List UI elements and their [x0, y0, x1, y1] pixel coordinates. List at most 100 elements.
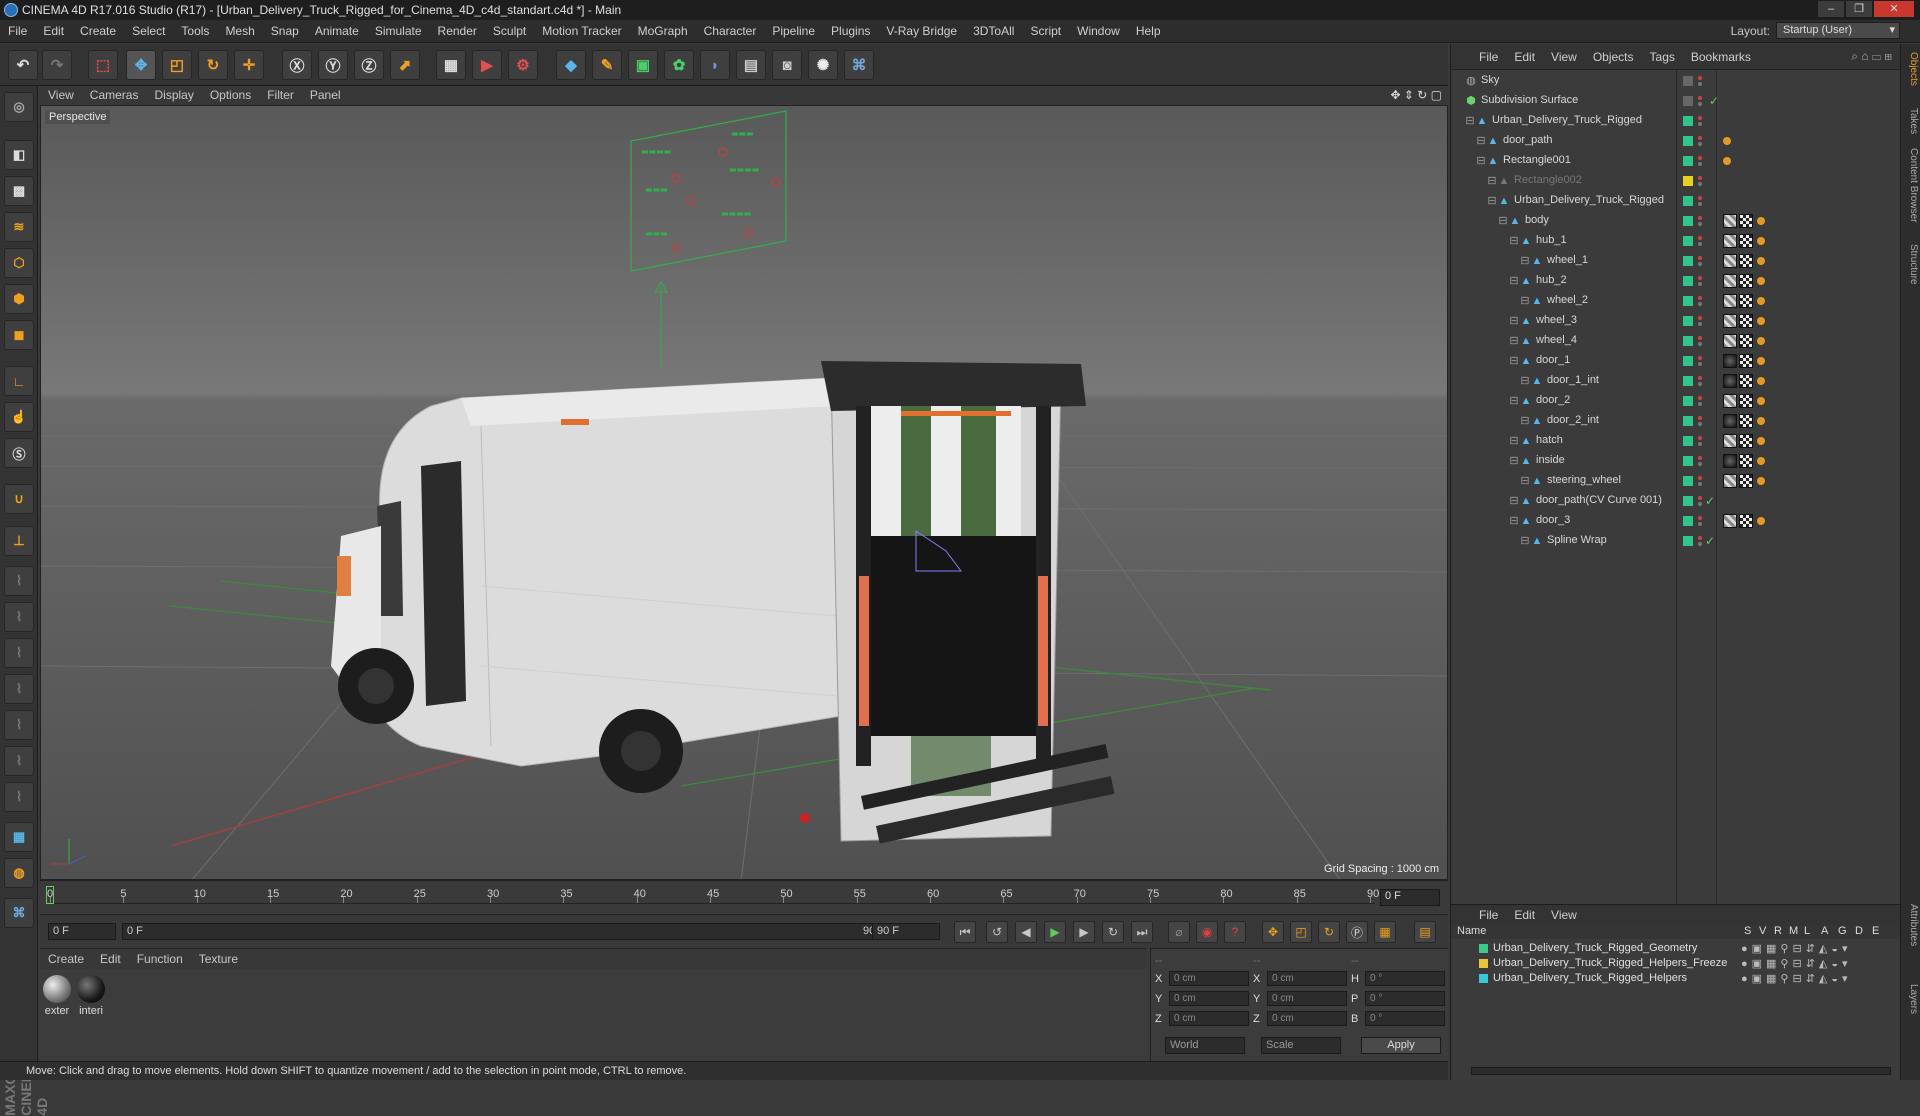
layer-color-swatch[interactable] — [1683, 116, 1693, 126]
3d-viewport[interactable]: ▬▬▬▬ ▬▬▬ ▬▬▬ ▬▬▬▬ ▬▬▬ ▬▬▬▬ Perspective G… — [40, 105, 1448, 880]
editor-visibility-dot[interactable] — [1698, 156, 1702, 160]
scale-tool-icon[interactable]: ◰ — [162, 50, 192, 80]
layer-color-swatch[interactable] — [1683, 296, 1693, 306]
editor-visibility-dot[interactable] — [1698, 356, 1702, 360]
render-view-icon[interactable]: ▦ — [436, 50, 466, 80]
menu-vray-bridge[interactable]: V-Ray Bridge — [878, 24, 965, 38]
render-visibility-dot[interactable] — [1698, 222, 1702, 226]
material-tag-icon[interactable] — [1723, 334, 1737, 348]
layer-row[interactable]: Urban_Delivery_Truck_Rigged_Helpers ●▣▦⚲… — [1451, 971, 1901, 986]
menu-mograph[interactable]: MoGraph — [630, 24, 696, 38]
viewport-camera-label[interactable]: Perspective — [45, 110, 111, 124]
model-mode-icon[interactable]: ◧ — [4, 140, 34, 170]
material-tag-icon[interactable] — [1723, 254, 1737, 268]
cube-primitive-icon[interactable]: ◆ — [556, 50, 586, 80]
layer-col-d[interactable]: D — [1855, 925, 1863, 937]
expand-toggle-icon[interactable]: ⊟ — [1475, 155, 1487, 167]
menu-animate[interactable]: Animate — [307, 24, 367, 38]
layer-col-r[interactable]: R — [1774, 925, 1782, 937]
object-menu-objects[interactable]: Objects — [1585, 50, 1642, 64]
layer-color-swatch[interactable] — [1683, 416, 1693, 426]
object-row[interactable]: ⊟ ▲ Rectangle001 — [1451, 151, 1901, 171]
editor-visibility-dot[interactable] — [1698, 516, 1702, 520]
tweak-mode-icon[interactable]: ☝ — [4, 402, 34, 432]
render-visibility-dot[interactable] — [1698, 102, 1702, 106]
editor-visibility-dot[interactable] — [1698, 216, 1702, 220]
layer-col-s[interactable]: S — [1744, 925, 1751, 937]
layer-toggle-icons[interactable]: ●▣▦⚲⊟⇵◭◒▾ — [1741, 957, 1852, 970]
coord-mode-dropdown[interactable]: World — [1165, 1037, 1245, 1054]
layer-color-swatch[interactable] — [1683, 96, 1693, 106]
render-visibility-dot[interactable] — [1698, 182, 1702, 186]
layer-row[interactable]: Urban_Delivery_Truck_Rigged_Helpers_Free… — [1451, 956, 1901, 971]
constraint-tag-icon[interactable] — [1757, 417, 1765, 425]
key-position-icon[interactable]: ✥ — [1262, 921, 1284, 943]
layer-color-swatch[interactable] — [1683, 156, 1693, 166]
layer-menu-view[interactable]: View — [1543, 908, 1585, 922]
constraint-tag-icon[interactable] — [1757, 257, 1765, 265]
editor-visibility-dot[interactable] — [1698, 396, 1702, 400]
texture-tag-icon[interactable] — [1739, 474, 1753, 488]
rot-h-field[interactable]: 0 ° — [1365, 971, 1445, 986]
layer-toggle-icons[interactable]: ●▣▦⚲⊟⇵◭◒▾ — [1741, 972, 1852, 985]
render-visibility-dot[interactable] — [1698, 542, 1702, 546]
expand-toggle-icon[interactable]: ⊟ — [1519, 375, 1531, 387]
object-row[interactable]: ⊟ ▲ door_3 — [1451, 511, 1901, 531]
editor-visibility-dot[interactable] — [1698, 456, 1702, 460]
editor-visibility-dot[interactable] — [1698, 116, 1702, 120]
layer-color-swatch[interactable] — [1479, 974, 1488, 983]
layout-dropdown[interactable]: Startup (User) — [1776, 22, 1900, 39]
editor-visibility-dot[interactable] — [1698, 76, 1702, 80]
editor-visibility-dot[interactable] — [1698, 536, 1702, 540]
layer-color-swatch[interactable] — [1683, 356, 1693, 366]
viewport-menu-display[interactable]: Display — [146, 88, 201, 102]
layer-color-swatch[interactable] — [1479, 959, 1488, 968]
coordinate-system-icon[interactable]: ⬈ — [390, 50, 420, 80]
object-row[interactable]: ⊟ ▲ door_2 — [1451, 391, 1901, 411]
menu-motion-tracker[interactable]: Motion Tracker — [534, 24, 629, 38]
viewport-menu-options[interactable]: Options — [202, 88, 259, 102]
layer-col-g[interactable]: G — [1838, 925, 1847, 937]
object-manager-search-icon[interactable]: ⌕ ⌂ ▭ ⊞ — [1851, 49, 1892, 64]
material-tag-icon[interactable] — [1723, 294, 1737, 308]
layer-toggle-icons[interactable]: ●▣▦⚲⊟⇵◭◒▾ — [1741, 942, 1852, 955]
menu-select[interactable]: Select — [124, 24, 173, 38]
texture-tag-icon[interactable] — [1739, 234, 1753, 248]
brush-tool-7-icon[interactable]: ⌇ — [4, 782, 34, 812]
object-menu-file[interactable]: File — [1471, 50, 1506, 64]
editor-visibility-dot[interactable] — [1698, 416, 1702, 420]
menu-snap[interactable]: Snap — [263, 24, 307, 38]
object-row[interactable]: ⊟ ▲ wheel_4 — [1451, 331, 1901, 351]
texture-tag-icon[interactable] — [1739, 314, 1753, 328]
expand-toggle-icon[interactable]: ⊟ — [1508, 455, 1520, 467]
material-tag-icon[interactable] — [1723, 414, 1737, 428]
layer-color-swatch[interactable] — [1683, 336, 1693, 346]
menu-simulate[interactable]: Simulate — [367, 24, 430, 38]
layer-col-m[interactable]: M — [1789, 925, 1798, 937]
material-menu-texture[interactable]: Texture — [191, 952, 246, 966]
expand-toggle-icon[interactable]: ⊟ — [1519, 475, 1531, 487]
go-to-end-icon[interactable]: ⏭ — [1131, 921, 1153, 943]
record-keys-icon[interactable]: ⌀ — [1168, 921, 1190, 943]
render-picture-viewer-icon[interactable]: ▶ — [472, 50, 502, 80]
points-mode-icon[interactable]: ⬡ — [4, 248, 34, 278]
brush-tool-4-icon[interactable]: ⌇ — [4, 674, 34, 704]
python-icon[interactable]: ⌘ — [844, 50, 874, 80]
constraint-tag-icon[interactable] — [1757, 397, 1765, 405]
editor-visibility-dot[interactable] — [1698, 296, 1702, 300]
render-visibility-dot[interactable] — [1698, 402, 1702, 406]
texture-mode-icon[interactable]: ▩ — [4, 176, 34, 206]
render-visibility-dot[interactable] — [1698, 82, 1702, 86]
texture-tag-icon[interactable] — [1739, 414, 1753, 428]
object-row[interactable]: ⊟ ▲ hub_2 — [1451, 271, 1901, 291]
object-row[interactable]: ⊟ ▲ door_2_int — [1451, 411, 1901, 431]
side-tab-structure[interactable]: Structure — [1903, 244, 1919, 285]
menu-character[interactable]: Character — [696, 24, 765, 38]
viewport-nav-icons[interactable]: ✥ ⇕ ↻ ▢ — [1390, 88, 1442, 102]
texture-tag-icon[interactable] — [1739, 354, 1753, 368]
texture-tag-icon[interactable] — [1739, 454, 1753, 468]
expand-toggle-icon[interactable]: ⊟ — [1508, 335, 1520, 347]
material-interi[interactable]: interi — [76, 975, 106, 1017]
side-tab-content-browser[interactable]: Content Browser — [1903, 148, 1919, 222]
layer-color-swatch[interactable] — [1683, 176, 1693, 186]
